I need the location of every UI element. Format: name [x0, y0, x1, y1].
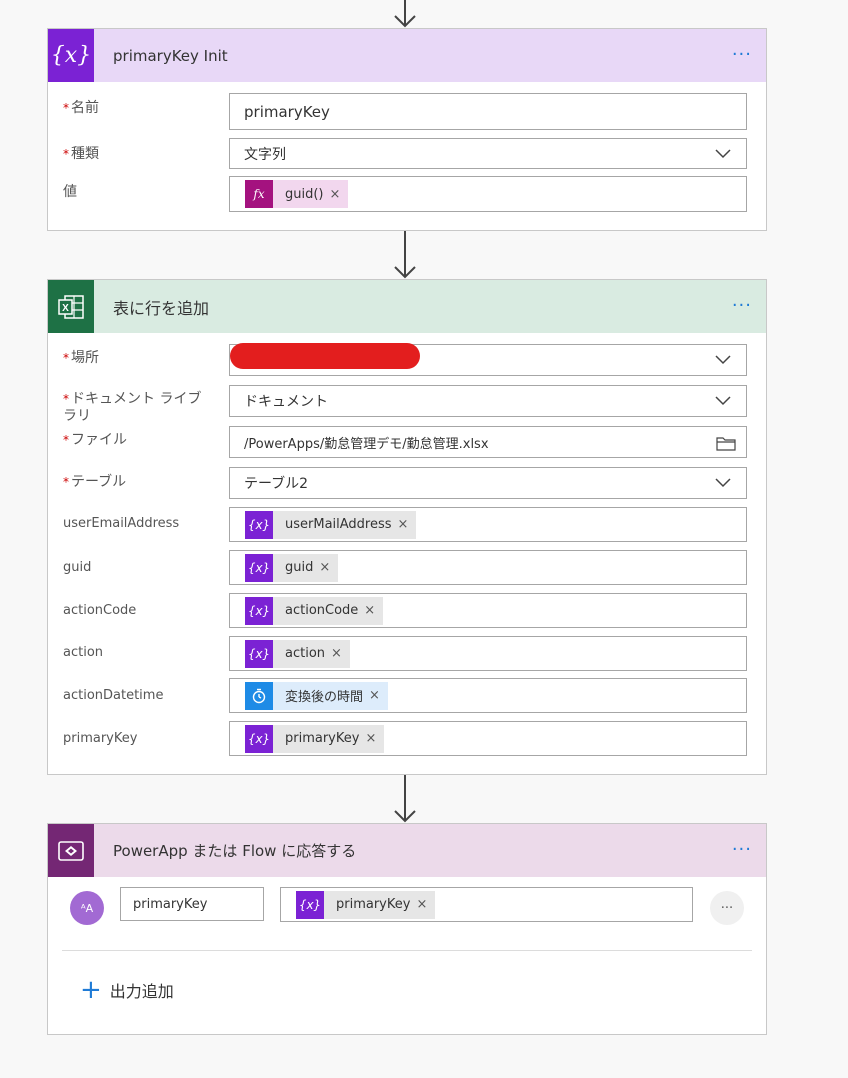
token-remove-button[interactable]: × — [398, 517, 409, 532]
file-picker[interactable]: /PowerApps/勤怠管理デモ/勤怠管理.xlsx — [229, 426, 747, 458]
column-input[interactable]: {x} guid × — [229, 550, 747, 585]
document-library-select[interactable]: ドキュメント — [229, 385, 747, 417]
token-remove-button[interactable]: × — [416, 897, 427, 912]
variable-icon: {x} — [245, 596, 273, 625]
variable-token[interactable]: {x} guid × — [245, 553, 339, 582]
variable-token[interactable]: {x} action × — [245, 639, 350, 668]
name-input[interactable]: primaryKey — [229, 93, 747, 130]
plus-icon: + — [80, 975, 102, 1005]
variable-icon: {𝑥} — [48, 29, 94, 82]
connector-arrow — [394, 231, 416, 279]
more-options-button[interactable]: ··· — [732, 839, 752, 860]
column-input[interactable]: 変換後の時間 × — [229, 678, 747, 713]
output-name-input[interactable]: primaryKey — [120, 887, 264, 921]
excel-add-row-card: X 表に行を追加 ··· * 場所 * ドキュメント ライブラリ ドキュメント * フ… — [47, 279, 767, 775]
token-remove-button[interactable]: × — [330, 187, 341, 202]
card-title: PowerApp または Flow に応答する — [113, 842, 357, 860]
add-output-button[interactable]: + 出力追加 — [80, 975, 174, 1005]
file-label: * ファイル — [63, 432, 127, 448]
variable-token[interactable]: {x} primaryKey × — [296, 890, 436, 919]
chevron-down-icon — [715, 148, 731, 158]
variable-icon: {x} — [245, 553, 273, 582]
more-options-button[interactable]: ··· — [732, 44, 752, 65]
svg-text:X: X — [62, 303, 69, 314]
card-title: 表に行を追加 — [113, 298, 210, 318]
avatar: ᴬA — [70, 891, 104, 925]
type-label: * 種類 — [63, 146, 99, 162]
token-remove-button[interactable]: × — [369, 688, 380, 703]
fx-icon: fx — [245, 180, 273, 208]
datetime-token[interactable]: 変換後の時間 × — [245, 681, 388, 710]
powerapps-icon — [48, 824, 94, 877]
connector-arrow-top — [394, 0, 416, 28]
location-select[interactable] — [229, 343, 747, 376]
variable-icon: {x} — [245, 510, 273, 539]
chevron-down-icon — [715, 478, 731, 488]
row-menu-button[interactable]: ··· — [710, 891, 744, 925]
more-options-button[interactable]: ··· — [732, 295, 752, 316]
respond-to-powerapp-card: PowerApp または Flow に応答する ··· ᴬA primaryKe… — [47, 823, 767, 1035]
variable-icon: {x} — [245, 639, 273, 668]
column-input[interactable]: {x} primaryKey × — [229, 721, 747, 756]
variable-icon: {x} — [296, 890, 324, 919]
redacted-value — [230, 343, 420, 369]
variable-token[interactable]: {x} primaryKey × — [245, 724, 385, 753]
column-input[interactable]: {x} action × — [229, 636, 747, 671]
column-label: action — [63, 645, 104, 660]
value-input[interactable]: fx guid() × — [229, 176, 747, 212]
column-input[interactable]: {x} userMailAddress × — [229, 507, 747, 542]
expression-token[interactable]: fx guid() × — [245, 180, 349, 208]
card-title: primaryKey Init — [113, 46, 228, 65]
card-header[interactable]: {𝑥} primaryKey Init ··· — [48, 29, 766, 82]
column-label: actionDatetime — [63, 688, 164, 703]
column-label: actionCode — [63, 603, 137, 618]
variable-token[interactable]: {x} actionCode × — [245, 596, 384, 625]
location-label: * 場所 — [63, 350, 99, 366]
table-select[interactable]: テーブル2 — [229, 467, 747, 499]
column-input[interactable]: {x} actionCode × — [229, 593, 747, 628]
chevron-down-icon — [715, 355, 731, 365]
token-remove-button[interactable]: × — [319, 560, 330, 575]
token-remove-button[interactable]: × — [331, 646, 342, 661]
column-label: userEmailAddress — [63, 516, 180, 531]
table-label: * テーブル — [63, 474, 127, 490]
token-remove-button[interactable]: × — [364, 603, 375, 618]
card-header[interactable]: X 表に行を追加 ··· — [48, 280, 766, 333]
name-label: * 名前 — [63, 100, 99, 116]
divider — [62, 950, 752, 951]
column-label: primaryKey — [63, 731, 138, 746]
folder-icon[interactable] — [716, 435, 736, 451]
chevron-down-icon — [715, 396, 731, 406]
variable-init-card: {𝑥} primaryKey Init ··· * 名前 primaryKey *… — [47, 28, 767, 231]
output-value-input[interactable]: {x} primaryKey × — [280, 887, 693, 922]
excel-icon: X — [48, 280, 94, 333]
clock-icon — [245, 681, 273, 710]
type-select[interactable]: 文字列 — [229, 138, 747, 169]
connector-arrow — [394, 775, 416, 823]
card-header[interactable]: PowerApp または Flow に応答する ··· — [48, 824, 766, 877]
value-label: 値 — [63, 184, 77, 200]
token-remove-button[interactable]: × — [365, 731, 376, 746]
text-type-icon: ᴬA — [80, 901, 94, 915]
column-label: guid — [63, 560, 92, 575]
document-library-label: * ドキュメント ライブラリ — [63, 391, 202, 424]
variable-token[interactable]: {x} userMailAddress × — [245, 510, 417, 539]
variable-icon: {x} — [245, 724, 273, 753]
